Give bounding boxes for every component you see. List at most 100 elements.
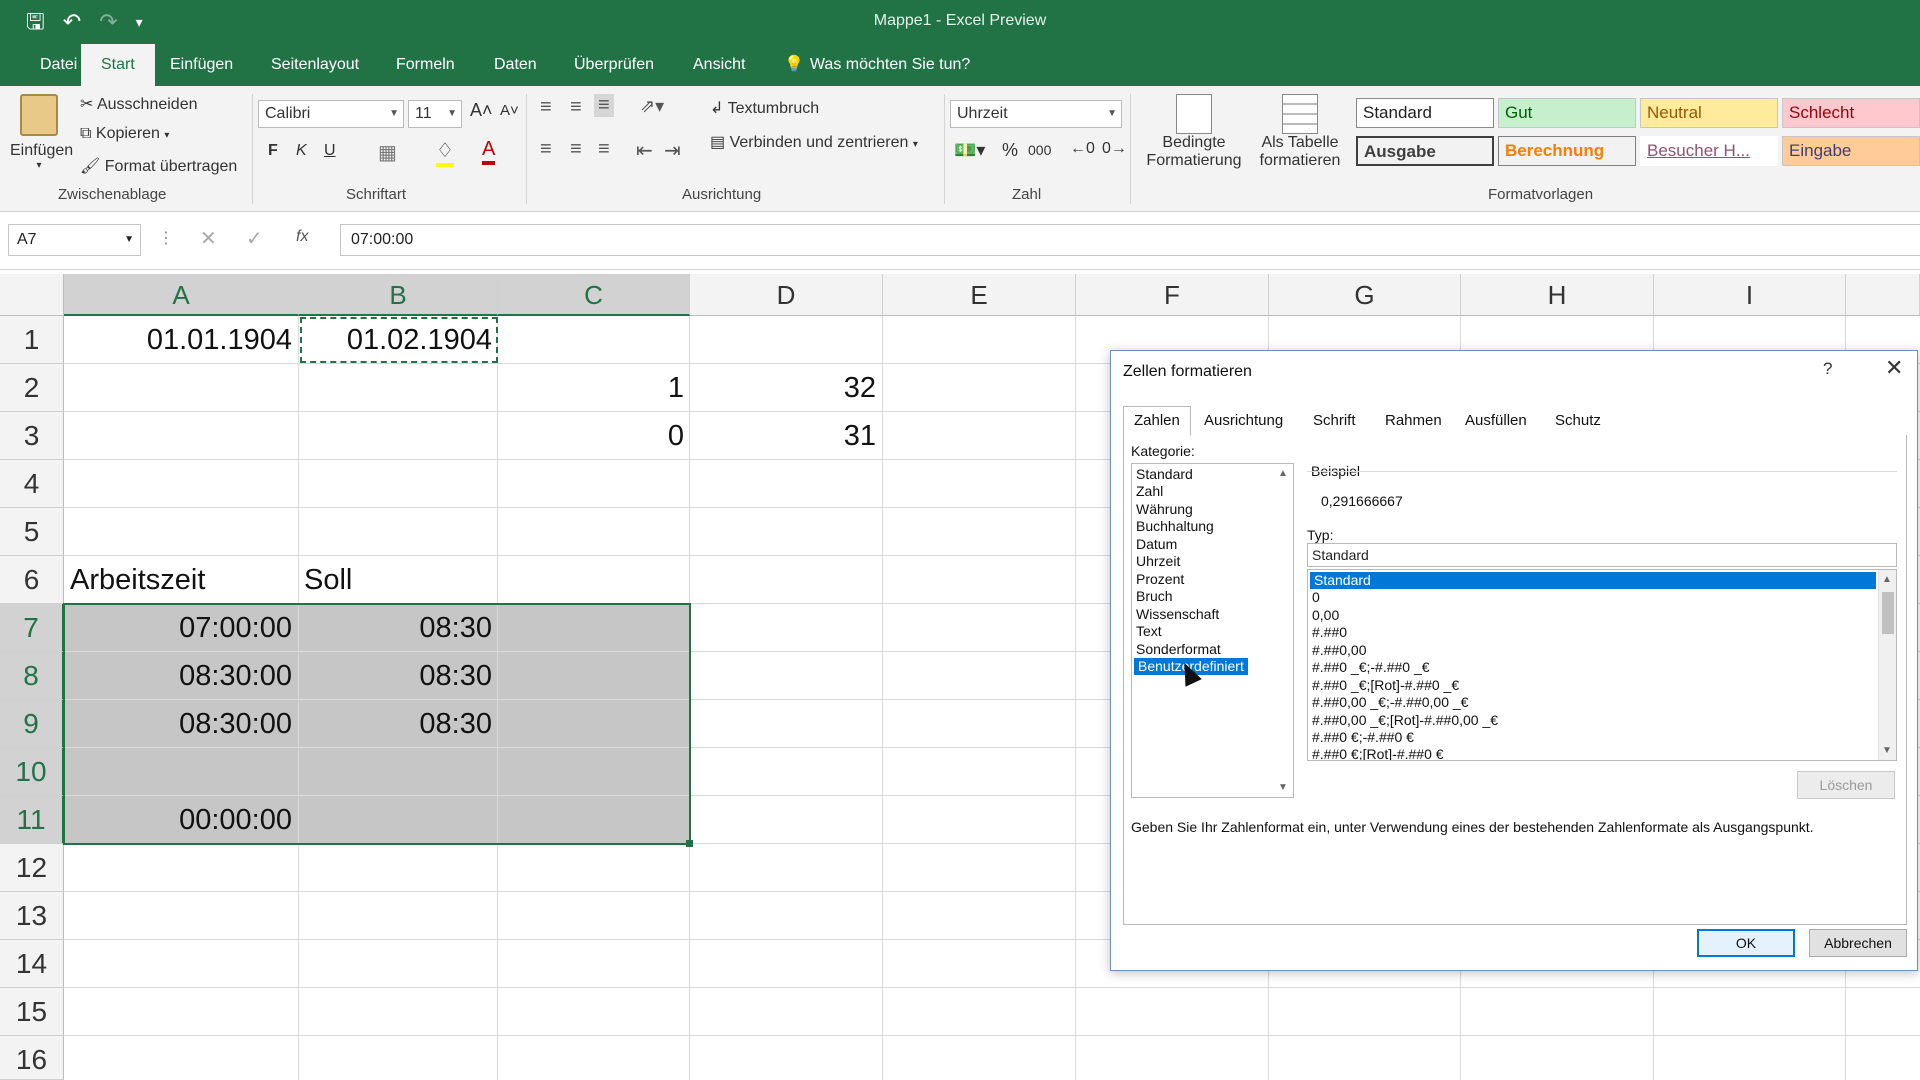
tab-start[interactable]: Start: [81, 44, 155, 86]
cut-button[interactable]: ✂ Ausschneiden: [80, 94, 197, 114]
align-left-icon[interactable]: ≡: [540, 138, 552, 161]
conditional-formatting-button[interactable]: Bedingte Formatierung: [1140, 94, 1248, 170]
tab-ausfuellen[interactable]: Ausfüllen: [1454, 406, 1538, 436]
row-header-5[interactable]: 5: [0, 508, 64, 556]
confirm-entry-icon[interactable]: ✓: [246, 226, 263, 251]
type-item-selected[interactable]: Standard: [1310, 572, 1876, 589]
cancel-entry-icon[interactable]: ✕: [200, 226, 217, 251]
type-item[interactable]: #.##0 €;-#.##0 €: [1312, 729, 1414, 746]
column-header-h[interactable]: H: [1461, 274, 1654, 316]
category-item[interactable]: Uhrzeit: [1136, 553, 1180, 570]
row-header-13[interactable]: 13: [0, 892, 64, 940]
number-format-combo[interactable]: Uhrzeit ▼: [950, 100, 1122, 128]
cell-a1[interactable]: 01.01.1904: [64, 324, 292, 357]
cell-c3[interactable]: 0: [498, 420, 684, 453]
style-besucher[interactable]: Besucher H...: [1640, 136, 1778, 166]
category-list[interactable]: Standard Zahl Währung Buchhaltung Datum …: [1131, 463, 1294, 798]
ok-button[interactable]: OK: [1697, 929, 1795, 957]
row-header-7[interactable]: 7: [0, 604, 64, 652]
row-header-15[interactable]: 15: [0, 988, 64, 1036]
scroll-down-icon[interactable]: ▼: [1278, 782, 1288, 793]
column-header-d[interactable]: D: [690, 274, 883, 316]
percent-button[interactable]: %: [1002, 140, 1018, 161]
row-header-11[interactable]: 11: [0, 796, 64, 844]
tab-einfuegen[interactable]: Einfügen: [150, 44, 253, 86]
align-right-icon[interactable]: ≡: [598, 138, 610, 161]
row-header-8[interactable]: 8: [0, 652, 64, 700]
tab-schrift[interactable]: Schrift: [1302, 406, 1367, 436]
row-header-12[interactable]: 12: [0, 844, 64, 892]
tab-seitenlayout[interactable]: Seitenlayout: [251, 44, 379, 86]
column-header-e[interactable]: E: [883, 274, 1076, 316]
paste-button[interactable]: Einfügen ▾: [10, 94, 73, 171]
align-top-icon[interactable]: ≡: [540, 96, 552, 119]
column-header-c[interactable]: C: [498, 274, 690, 316]
column-header-g[interactable]: G: [1269, 274, 1461, 316]
type-list[interactable]: Standard 0 0,00 #.##0 #.##0,00 #.##0 _€;…: [1307, 569, 1897, 761]
category-scrollbar[interactable]: ▲ ▼: [1275, 464, 1293, 797]
type-input[interactable]: Standard: [1307, 543, 1897, 567]
style-gut[interactable]: Gut: [1498, 98, 1636, 128]
cancel-button[interactable]: Abbrechen: [1809, 929, 1907, 957]
tab-rahmen[interactable]: Rahmen: [1374, 406, 1453, 436]
row-header-10[interactable]: 10: [0, 748, 64, 796]
category-item[interactable]: Währung: [1136, 501, 1193, 518]
type-item[interactable]: 0: [1312, 589, 1320, 606]
name-box[interactable]: A7 ▼: [8, 224, 141, 256]
type-item[interactable]: #.##0,00 _€;-#.##0,00 _€: [1312, 694, 1468, 711]
row-header-4[interactable]: 4: [0, 460, 64, 508]
format-as-table-button[interactable]: Als Tabelle formatieren: [1250, 94, 1350, 170]
increase-decimal-icon[interactable]: ←0: [1070, 140, 1095, 158]
format-painter-button[interactable]: 🖌 Format übertragen: [80, 156, 237, 176]
row-header-16[interactable]: 16: [0, 1036, 64, 1080]
orientation-icon[interactable]: ⇗▾: [640, 96, 664, 117]
help-button[interactable]: ?: [1823, 359, 1832, 379]
thousands-button[interactable]: 000: [1028, 142, 1051, 158]
italic-button[interactable]: K: [296, 142, 307, 160]
category-item[interactable]: Prozent: [1136, 571, 1184, 588]
tab-zahlen[interactable]: Zahlen: [1123, 406, 1191, 436]
type-item[interactable]: #.##0 _€;[Rot]-#.##0 _€: [1312, 677, 1459, 694]
formula-input[interactable]: 07:00:00: [340, 224, 1920, 256]
bold-button[interactable]: F: [268, 142, 278, 160]
style-ausgabe[interactable]: Ausgabe: [1356, 136, 1494, 166]
column-header-f[interactable]: F: [1076, 274, 1269, 316]
row-header-2[interactable]: 2: [0, 364, 64, 412]
category-item[interactable]: Standard: [1136, 466, 1193, 483]
category-item[interactable]: Buchhaltung: [1136, 518, 1214, 535]
fill-handle[interactable]: [686, 840, 693, 847]
category-item[interactable]: Wissenschaft: [1136, 606, 1219, 623]
tab-daten[interactable]: Daten: [474, 44, 557, 86]
borders-icon[interactable]: ▦: [378, 140, 397, 165]
type-item[interactable]: 0,00: [1312, 607, 1339, 624]
cell-b6[interactable]: Soll: [304, 564, 352, 597]
type-item[interactable]: #.##0,00 _€;[Rot]-#.##0,00 _€: [1312, 712, 1498, 729]
type-item[interactable]: #.##0 _€;-#.##0 _€: [1312, 659, 1430, 676]
decrease-decimal-icon[interactable]: 0→: [1102, 140, 1127, 158]
category-item[interactable]: Datum: [1136, 536, 1177, 553]
copy-button[interactable]: ⧉ Kopieren ▾: [80, 125, 169, 143]
select-all-corner[interactable]: [0, 274, 64, 316]
font-color-icon[interactable]: A: [482, 138, 496, 165]
paste-dropdown-icon[interactable]: ▾: [10, 160, 68, 171]
copy-dropdown-icon[interactable]: ▾: [164, 130, 169, 141]
align-center-icon[interactable]: ≡: [570, 138, 582, 161]
type-item[interactable]: #.##0,00: [1312, 642, 1367, 659]
wrap-text-button[interactable]: ↲ Textumbruch: [710, 98, 819, 118]
merge-center-button[interactable]: ▤ Verbinden und zentrieren ▾: [710, 132, 918, 152]
currency-icon[interactable]: 💵▾: [954, 140, 985, 161]
tab-ueberpruefen[interactable]: Überprüfen: [554, 44, 674, 86]
row-header-3[interactable]: 3: [0, 412, 64, 460]
scrollbar-thumb[interactable]: [1882, 592, 1894, 634]
underline-button[interactable]: U: [324, 142, 336, 160]
category-item[interactable]: Zahl: [1136, 483, 1163, 500]
tell-me-search[interactable]: 💡 Was möchten Sie tun?: [764, 44, 990, 86]
type-item[interactable]: #.##0: [1312, 624, 1347, 641]
column-header-i[interactable]: I: [1654, 274, 1846, 316]
category-item[interactable]: Sonderformat: [1136, 641, 1221, 658]
decrease-indent-icon[interactable]: ⇤: [636, 138, 653, 163]
column-header-b[interactable]: B: [299, 274, 498, 316]
scroll-up-icon[interactable]: ▲: [1278, 468, 1288, 479]
scroll-up-icon[interactable]: ▲: [1882, 574, 1892, 585]
font-size-combo[interactable]: 11 ▼: [408, 100, 462, 128]
